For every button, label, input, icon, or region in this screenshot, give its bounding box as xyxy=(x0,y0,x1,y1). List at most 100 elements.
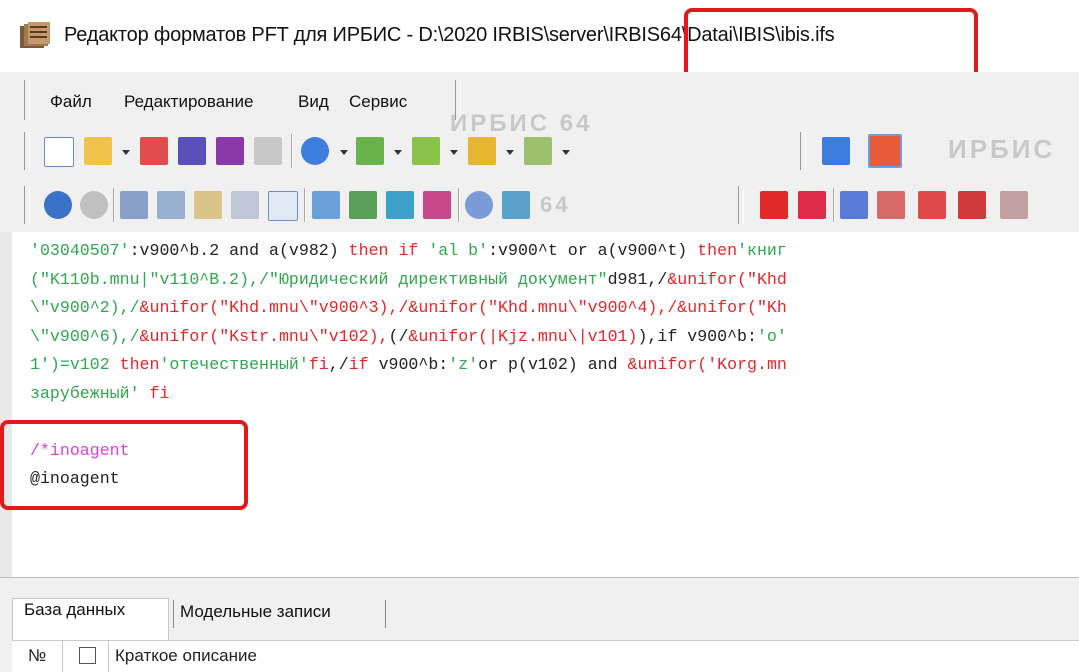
column-number[interactable]: № xyxy=(28,646,46,666)
code-token: ),if v900^b: xyxy=(637,327,757,346)
code-token: then if xyxy=(348,241,429,260)
separator xyxy=(113,188,115,222)
field-icon[interactable] xyxy=(412,137,440,165)
code-token: '03040507' xyxy=(30,241,130,260)
code-token: then xyxy=(119,355,160,374)
separator xyxy=(291,134,293,168)
code-token: fi xyxy=(308,355,329,374)
trace-icon[interactable] xyxy=(958,191,986,219)
view-icon[interactable] xyxy=(868,134,902,168)
run-icon[interactable] xyxy=(760,191,788,219)
new-file-icon[interactable] xyxy=(44,137,74,167)
open-file-icon[interactable] xyxy=(84,137,112,165)
menu-edit[interactable]: Редактирование xyxy=(124,92,254,112)
paste-icon[interactable] xyxy=(194,191,222,219)
save-icon[interactable] xyxy=(178,137,206,165)
insert-icon[interactable] xyxy=(356,137,384,165)
code-token: 'al b' xyxy=(428,241,489,260)
redo-icon[interactable] xyxy=(80,191,108,219)
code-token: :v900^t or a(v900^t) xyxy=(488,241,698,260)
stop-icon[interactable] xyxy=(798,191,826,219)
gear-icon[interactable] xyxy=(301,137,329,165)
cut-icon[interactable] xyxy=(120,191,148,219)
column-short-description[interactable]: Краткое описание xyxy=(115,646,257,666)
menu-grip[interactable] xyxy=(24,80,30,120)
code-token: &unifor("Khd.mnu\"v900^4),/ xyxy=(408,298,678,317)
function-icon[interactable] xyxy=(468,137,496,165)
code-token: &unifor(|Kjz.mnu\|v101) xyxy=(408,327,638,346)
select-all-checkbox[interactable] xyxy=(79,647,96,664)
code-editor[interactable]: '03040507':v900^b.2 and a(v982) then if … xyxy=(0,232,1079,577)
code-token: fi xyxy=(139,384,170,403)
code-token: 'o' xyxy=(756,327,787,346)
delete-file-icon[interactable] xyxy=(140,137,168,165)
code-token: 'z' xyxy=(448,355,479,374)
code-token: then xyxy=(697,241,738,260)
gear-dropdown-icon[interactable] xyxy=(340,150,348,155)
open-dropdown-icon[interactable] xyxy=(122,150,130,155)
code-token: v900^b: xyxy=(378,355,449,374)
toolbar-edit: 64 xyxy=(0,178,1079,233)
copy-icon[interactable] xyxy=(157,191,185,219)
watermark-text-2: ИРБИС xyxy=(948,134,1056,164)
check-icon[interactable] xyxy=(423,191,451,219)
replace-icon[interactable] xyxy=(502,191,530,219)
menu-view[interactable]: Вид xyxy=(298,92,329,112)
watermark-text-3: 64 xyxy=(540,192,571,217)
function-dropdown-icon[interactable] xyxy=(506,150,514,155)
highlight-box-code xyxy=(0,420,248,510)
toolbar-grip-3[interactable] xyxy=(24,186,30,224)
toolbar-main: ИРБИС 64 ИРБИС xyxy=(0,110,1079,178)
code-token: d981,/ xyxy=(607,270,668,289)
code-line[interactable]: ("K110b.mnu|"v110^B.2),/"Юридический дир… xyxy=(30,269,787,290)
separator xyxy=(833,188,835,222)
tab-divider xyxy=(173,600,174,628)
code-token: 1')=v102 xyxy=(30,355,120,374)
record-icon[interactable] xyxy=(312,191,340,219)
delete-icon[interactable] xyxy=(231,191,259,219)
save-as-icon[interactable] xyxy=(216,137,244,165)
field-dropdown-icon[interactable] xyxy=(450,150,458,155)
code-token: if xyxy=(348,355,379,374)
tab-model-records[interactable]: Модельные записи xyxy=(180,602,331,622)
toolbar-grip-2[interactable] xyxy=(800,132,806,170)
code-token: or p(v102) and xyxy=(478,355,628,374)
help-icon[interactable] xyxy=(840,191,868,219)
debug-icon[interactable] xyxy=(918,191,946,219)
code-line[interactable]: '03040507':v900^b.2 and a(v982) then if … xyxy=(30,240,787,261)
code-line[interactable]: зарубежный' fi xyxy=(30,383,169,404)
code-line[interactable]: \"v900^2),/&unifor("Khd.mnu\"v900^3),/&u… xyxy=(30,297,787,318)
insert-dropdown-icon[interactable] xyxy=(394,150,402,155)
menu-file[interactable]: Файл xyxy=(50,92,92,112)
code-token: (/ xyxy=(388,327,409,346)
code-token: 'книг xyxy=(737,241,787,260)
code-token: &unifor("Kh xyxy=(677,298,787,317)
watermark-text: ИРБИС 64 xyxy=(450,110,593,137)
col-divider xyxy=(62,641,63,672)
code-token: \"v900^6),/ xyxy=(30,327,140,346)
toolbar-grip[interactable] xyxy=(24,132,30,170)
code-line[interactable]: \"v900^6),/&unifor("Kstr.mnu\"v102),(/&u… xyxy=(30,326,787,347)
tab-divider xyxy=(385,600,386,628)
code-token: :v900^b.2 and a(v982) xyxy=(129,241,349,260)
code-token: &unifor('Korg.mn xyxy=(627,355,787,374)
tab-database[interactable]: База данных xyxy=(24,600,125,620)
spell-icon[interactable] xyxy=(349,191,377,219)
insert-text-icon[interactable] xyxy=(386,191,414,219)
select-all-icon[interactable] xyxy=(268,191,298,221)
if-then-icon[interactable] xyxy=(877,191,905,219)
code-line[interactable]: 1')=v102 then'отечественный'fi,/if v900^… xyxy=(30,354,787,375)
code-token: &unifor("Khd.mnu\"v900^3),/ xyxy=(139,298,409,317)
code-token: "Юридический директивный документ" xyxy=(269,270,608,289)
format-icon[interactable] xyxy=(254,137,282,165)
template-icon[interactable] xyxy=(524,137,552,165)
search-icon[interactable] xyxy=(465,191,493,219)
menu-service[interactable]: Сервис xyxy=(349,92,407,112)
profile-icon[interactable] xyxy=(1000,191,1028,219)
edit-icon[interactable] xyxy=(822,137,850,165)
separator xyxy=(458,188,460,222)
code-token: &unifor("Kstr.mnu\"v102), xyxy=(139,327,389,346)
undo-icon[interactable] xyxy=(44,191,72,219)
toolbar-grip-4[interactable] xyxy=(738,186,744,224)
template-dropdown-icon[interactable] xyxy=(562,150,570,155)
